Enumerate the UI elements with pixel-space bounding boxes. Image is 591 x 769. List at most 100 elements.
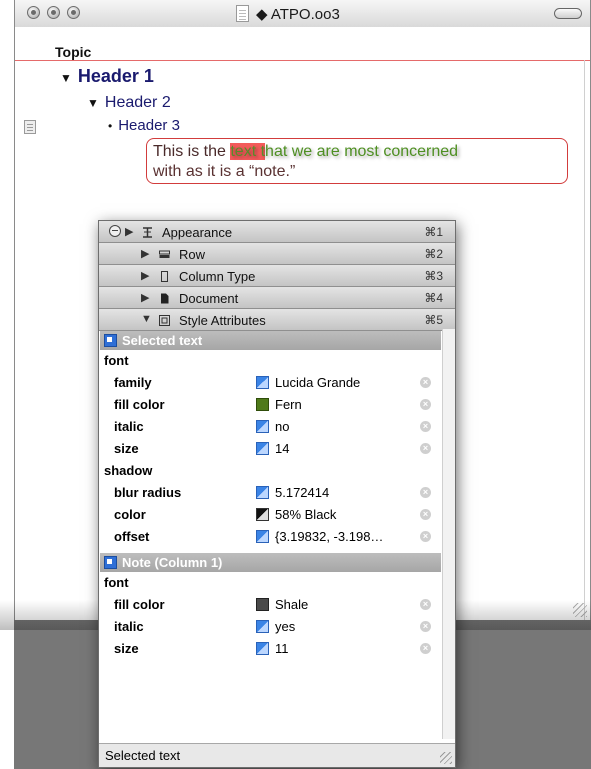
attr-value[interactable]: Fern [256,397,302,412]
note-text-styled[interactable]: hat we are most concerned [265,143,458,160]
section-title: Note (Column 1) [122,555,223,570]
disclosure-triangle-icon[interactable]: ▼ [87,96,99,110]
color-swatch-icon[interactable] [256,508,269,521]
appearance-icon [142,226,153,238]
disclosure-triangle-icon[interactable]: ▼ [60,71,72,85]
resize-grip-icon[interactable] [440,752,452,764]
attr-value-text[interactable]: {3.19832, -3.198… [275,529,383,544]
note-editor[interactable]: This is the text that we are most concer… [146,138,568,184]
disclosure-right-icon[interactable]: ▶ [141,291,149,304]
inspector-panel: ▶ Appearance ⌘1 ▶ Row ⌘2 ▶ Column Type ⌘… [98,220,456,768]
remove-attribute-icon[interactable]: × [420,599,431,610]
attr-value[interactable]: Shale [256,597,308,612]
attr-value-text[interactable]: no [275,419,289,434]
remove-attribute-icon[interactable]: × [420,487,431,498]
column-divider [584,60,585,620]
attr-value[interactable]: yes [256,619,295,634]
attr-value-text[interactable]: Lucida Grande [275,375,360,390]
tab-shortcut: ⌘3 [424,269,443,283]
outline-row-header1[interactable]: ▼ Header 1 [60,66,154,87]
minimize-window-button[interactable] [47,6,60,19]
tab-shortcut: ⌘4 [424,291,443,305]
row-icon [159,248,170,259]
column-header: Topic [15,27,590,61]
attr-value[interactable]: Lucida Grande [256,375,360,390]
attr-value-text[interactable]: 58% Black [275,507,336,522]
attr-value-text[interactable]: yes [275,619,295,634]
remove-attribute-icon[interactable]: × [420,509,431,520]
note-text[interactable]: with as it is a “note.” [153,163,295,180]
remove-attribute-icon[interactable]: × [420,421,431,432]
zoom-window-button[interactable] [67,6,80,19]
note-text-selection[interactable]: text t [230,143,266,160]
attr-key: italic [114,619,144,634]
note-icon[interactable] [24,120,36,134]
attr-value-text[interactable]: 5.172414 [275,485,329,500]
tab-column-type[interactable]: ▶ Column Type ⌘3 [99,265,455,287]
attr-value-text[interactable]: 11 [275,641,289,656]
document-proxy-icon[interactable] [236,5,249,22]
remove-attribute-icon[interactable]: × [420,643,431,654]
status-bar: Selected text [99,743,455,767]
attr-value-text[interactable]: Fern [275,397,302,412]
style-swatch-icon [256,420,269,433]
remove-attribute-icon[interactable]: × [420,621,431,632]
toolbar-toggle-button[interactable] [554,8,582,19]
close-window-button[interactable] [27,6,40,19]
tab-row[interactable]: ▶ Row ⌘2 [99,243,455,265]
tab-label: Column Type [179,269,256,284]
style-swatch-icon [256,642,269,655]
topic-column-header[interactable]: Topic [55,44,91,60]
color-swatch-icon[interactable] [256,598,269,611]
attr-key: fill color [114,597,165,612]
attr-value[interactable]: no [256,419,289,434]
color-swatch-icon[interactable] [256,398,269,411]
group-label-font: font [104,575,129,590]
bullet-icon: • [108,119,113,133]
outline-row-header3[interactable]: • Header 3 [108,117,180,134]
attr-value-text[interactable]: Shale [275,597,308,612]
outline-row-header2[interactable]: ▼ Header 2 [87,94,171,112]
remove-attribute-icon[interactable]: × [420,399,431,410]
attr-key: family [114,375,152,390]
style-swatch-icon [256,620,269,633]
attr-value[interactable]: 58% Black [256,507,336,522]
disclosure-down-icon[interactable]: ▼ [141,313,152,325]
remove-attribute-icon[interactable]: × [420,443,431,454]
title-bar: ◆ ATPO.oo3 [15,0,590,28]
disclosure-right-icon[interactable]: ▶ [141,269,149,282]
remove-attribute-icon[interactable]: × [420,377,431,388]
attr-key: blur radius [114,485,182,500]
attr-key: size [114,441,139,456]
tab-appearance[interactable]: ▶ Appearance ⌘1 [99,221,455,243]
close-inspector-icon[interactable] [109,225,121,237]
column-type-icon [159,270,170,282]
style-attributes-icon [159,314,170,326]
tab-shortcut: ⌘2 [424,247,443,261]
attr-key: fill color [114,397,165,412]
tab-label: Document [179,291,239,306]
remove-attribute-icon[interactable]: × [420,531,431,542]
vertical-scrollbar[interactable] [442,329,455,739]
section-header-selected-text[interactable]: Selected text [100,331,441,350]
attr-value[interactable]: 5.172414 [256,485,329,500]
attr-key: color [114,507,146,522]
note-text[interactable]: This is the [153,143,230,160]
tab-document[interactable]: ▶ Document ⌘4 [99,287,455,309]
attr-value[interactable]: 11 [256,641,289,656]
disclosure-right-icon[interactable]: ▶ [125,225,133,238]
row-text[interactable]: Header 2 [105,94,171,111]
group-label-font: font [104,353,129,368]
style-swatch-icon [256,376,269,389]
row-text[interactable]: Header 3 [118,117,180,134]
attr-value[interactable]: 14 [256,441,289,456]
row-text[interactable]: Header 1 [78,66,154,86]
disclosure-right-icon[interactable]: ▶ [141,247,149,260]
style-swatch-icon [256,486,269,499]
style-swatch-icon [256,530,269,543]
attr-value-text[interactable]: 14 [275,441,289,456]
section-header-note[interactable]: Note (Column 1) [100,553,441,572]
attr-value[interactable]: {3.19832, -3.198… [256,529,383,544]
attr-key: offset [114,529,150,544]
tab-style-attributes[interactable]: ▼ Style Attributes ⌘5 [99,309,455,331]
